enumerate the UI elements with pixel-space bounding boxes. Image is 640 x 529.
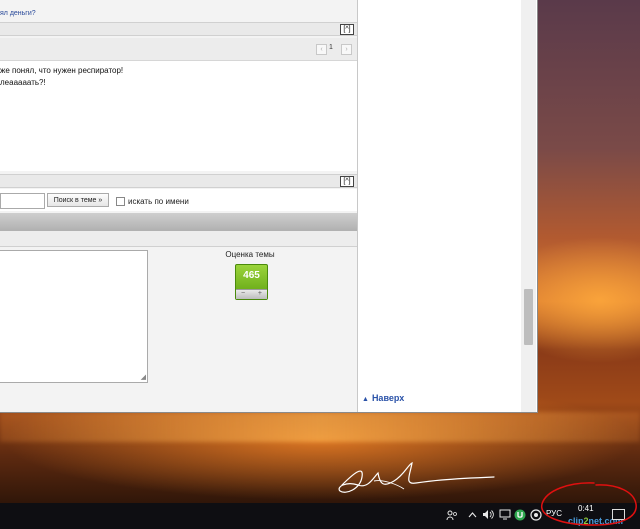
thread-rating-badge: 465 − + bbox=[235, 264, 268, 300]
post-bottom-bar: [^] bbox=[0, 174, 357, 188]
previous-thread-link[interactable]: ял деньги? bbox=[0, 10, 36, 17]
back-to-top-label: Наверх bbox=[371, 393, 405, 403]
back-to-top-link[interactable]: ▲ Наверх bbox=[362, 393, 404, 403]
thread-search-button[interactable]: Поиск в теме » bbox=[47, 193, 109, 207]
scrollbar-thumb[interactable] bbox=[524, 289, 533, 345]
rating-minus-button[interactable]: − bbox=[241, 290, 245, 298]
thread-rating-label: Оценка темы bbox=[225, 250, 275, 259]
post-number[interactable]: 1 bbox=[329, 44, 333, 51]
post-prev-icon[interactable]: ‹ bbox=[316, 44, 327, 55]
utorrent-icon[interactable] bbox=[514, 509, 526, 521]
chevron-up-icon[interactable] bbox=[468, 511, 477, 518]
page-scrollbar[interactable] bbox=[521, 0, 536, 412]
search-by-name-checkbox[interactable] bbox=[116, 197, 125, 206]
post-next-icon[interactable]: › bbox=[341, 44, 352, 55]
signature-watermark bbox=[338, 461, 495, 493]
collapse-button-top[interactable]: [^] bbox=[340, 24, 354, 35]
rating-plus-button[interactable]: + bbox=[258, 290, 262, 298]
people-icon[interactable] bbox=[446, 509, 458, 521]
right-sidebar bbox=[358, 0, 521, 412]
red-annotation-circle bbox=[541, 482, 637, 526]
arrow-up-icon: ▲ bbox=[362, 396, 369, 403]
section-subheader bbox=[0, 231, 357, 247]
post-top-bar: [^] bbox=[0, 22, 357, 36]
post-text-line: же понял, что нужен респиратор! bbox=[0, 66, 124, 75]
resize-grip-icon[interactable]: ◢ bbox=[141, 373, 146, 381]
network-icon[interactable] bbox=[499, 509, 511, 520]
thread-rating-value: 465 bbox=[243, 270, 260, 281]
collapse-button-bottom[interactable]: [^] bbox=[340, 176, 354, 187]
browser-window: ял деньги? [^] ‹ 1 › же понял, что нужен… bbox=[0, 0, 538, 413]
forum-bottom-area bbox=[0, 390, 357, 412]
thread-search-input[interactable] bbox=[0, 193, 45, 209]
section-divider bbox=[0, 213, 357, 231]
search-by-name-label: искать по имени bbox=[128, 197, 189, 206]
quick-reply-textarea[interactable]: ◢ bbox=[0, 250, 148, 383]
volume-icon[interactable] bbox=[482, 509, 494, 520]
sea-glint bbox=[0, 412, 640, 442]
rating-vote-bar: − + bbox=[236, 289, 267, 299]
forum-thread-area: ял деньги? [^] ‹ 1 › же понял, что нужен… bbox=[0, 0, 358, 412]
post-text-line: леааааать?! bbox=[0, 78, 46, 87]
post-header: ‹ 1 › bbox=[0, 38, 357, 61]
post-body: же понял, что нужен респиратор! леааааат… bbox=[0, 61, 357, 171]
